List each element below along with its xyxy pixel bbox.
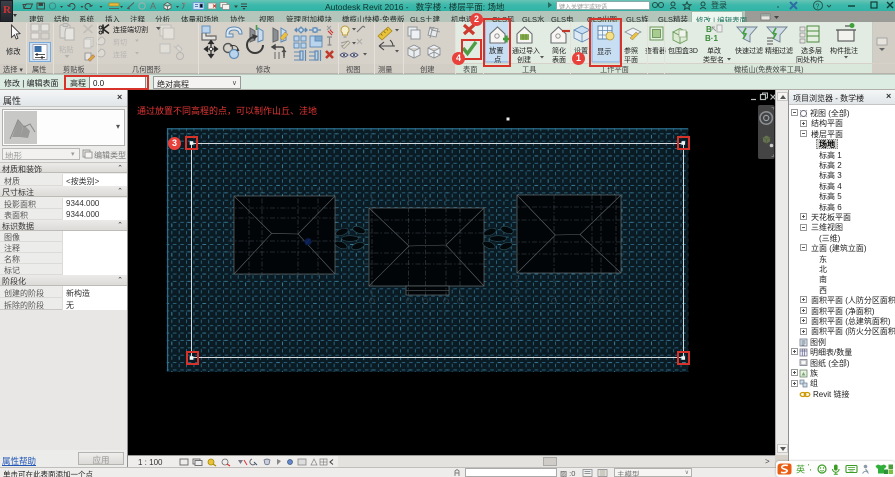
svg-text:B: B bbox=[706, 25, 712, 34]
svg-text:同处构件: 同处构件 bbox=[796, 55, 824, 63]
svg-text:参照: 参照 bbox=[624, 46, 638, 55]
svg-text:登录: 登录 bbox=[711, 0, 727, 10]
svg-text:表面: 表面 bbox=[552, 55, 566, 63]
svg-text:连接端切割: 连接端切割 bbox=[113, 25, 148, 34]
svg-text:类型名: 类型名 bbox=[703, 55, 724, 63]
svg-text:平面: 平面 bbox=[624, 56, 638, 63]
svg-text:B·1: B·1 bbox=[705, 34, 718, 43]
svg-text:粘贴: 粘贴 bbox=[59, 45, 74, 54]
svg-text:精细过滤: 精细过滤 bbox=[765, 46, 793, 55]
svg-text:单改: 单改 bbox=[707, 46, 721, 55]
svg-text:创建: 创建 bbox=[517, 55, 531, 63]
svg-text:剪切: 剪切 bbox=[113, 38, 127, 47]
svg-text:?: ? bbox=[816, 4, 820, 11]
svg-text:构件批注: 构件批注 bbox=[830, 46, 858, 55]
svg-text:连接: 连接 bbox=[113, 50, 127, 59]
svg-text:英: 英 bbox=[796, 464, 805, 475]
svg-text:修改: 修改 bbox=[6, 47, 21, 56]
svg-text:包围盒3D: 包围盒3D bbox=[668, 46, 698, 55]
svg-text:简化: 简化 bbox=[552, 46, 566, 55]
svg-text:通过导入: 通过导入 bbox=[512, 46, 540, 55]
svg-text:’,: ’, bbox=[808, 463, 812, 472]
svg-text:查看器: 查看器 bbox=[645, 46, 666, 55]
svg-text:快速过滤: 快速过滤 bbox=[735, 46, 763, 55]
svg-text:A: A bbox=[150, 1, 156, 11]
svg-text:选多层: 选多层 bbox=[801, 46, 822, 55]
